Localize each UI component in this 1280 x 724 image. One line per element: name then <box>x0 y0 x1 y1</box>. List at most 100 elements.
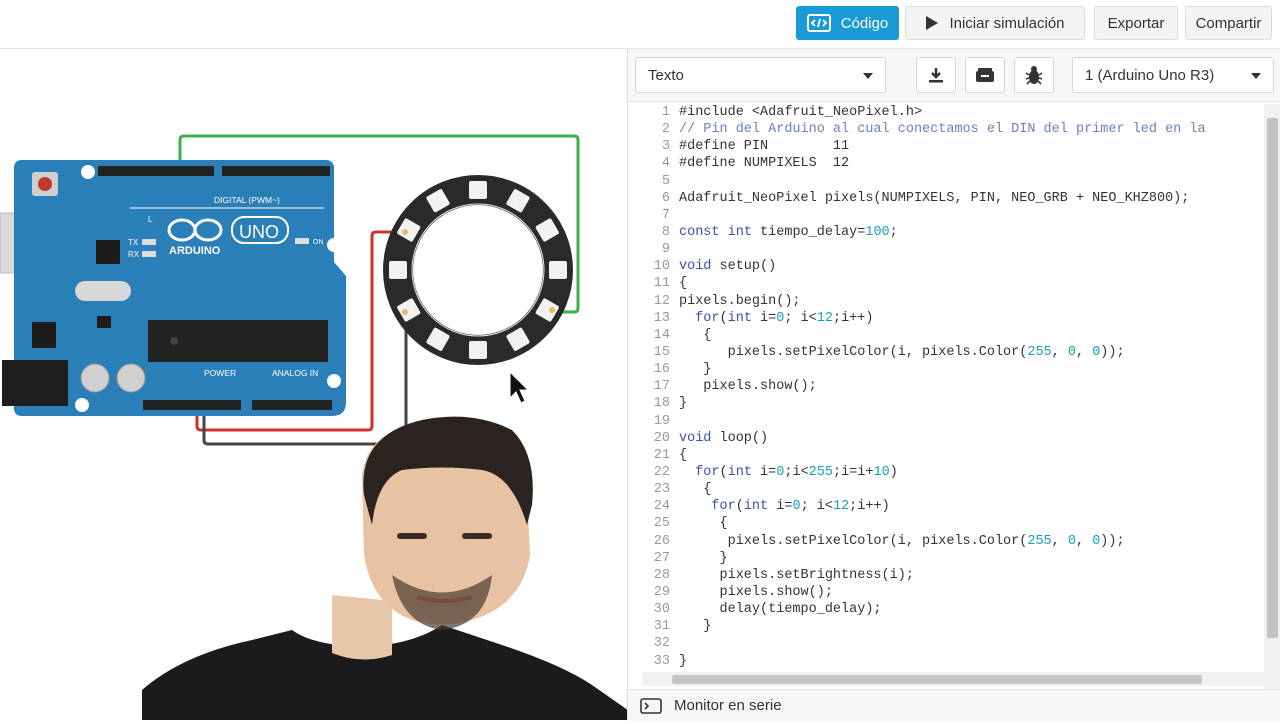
code-icon <box>806 13 831 33</box>
code-line[interactable]: } <box>679 653 1206 670</box>
code-editor[interactable]: 1 2 3 4 5 6 7 8 9 10 11 12 13 14 15 16 17 18 19 20 21 22 23 24 2… <box>628 104 1264 724</box>
neopixel-ring[interactable] <box>383 175 573 365</box>
line-number: 19 <box>653 413 670 429</box>
export-button[interactable]: Exportar <box>1094 6 1178 40</box>
line-number: 5 <box>661 173 670 189</box>
start-simulation-label: Iniciar simulación <box>949 14 1065 32</box>
code-line[interactable]: Adafruit_NeoPixel pixels(NUMPIXELS, PIN,… <box>679 190 1206 207</box>
ring-pin <box>402 229 408 235</box>
top-toolbar: Código Iniciar simulación Exportar Compa… <box>0 0 1280 49</box>
code-line[interactable]: } <box>679 550 1206 567</box>
webcam-overlay <box>142 416 642 720</box>
line-number: 32 <box>653 636 670 652</box>
terminal-icon <box>640 697 662 714</box>
code-line[interactable]: delay(tiempo_delay); <box>679 601 1206 618</box>
device-select[interactable]: 1 (Arduino Uno R3) <box>1072 57 1274 93</box>
power-header <box>143 400 241 410</box>
code-line[interactable] <box>679 241 1206 258</box>
code-line[interactable] <box>679 413 1206 430</box>
code-line[interactable]: pixels.setPixelColor(i, pixels.Color(255… <box>679 533 1206 550</box>
power-label: POWER <box>204 368 236 378</box>
library-button[interactable] <box>965 57 1005 93</box>
code-button-label: Código <box>840 14 889 32</box>
vertical-scrollbar[interactable] <box>1264 104 1280 715</box>
code-line[interactable]: { <box>679 327 1206 344</box>
neopixel-led <box>389 261 407 279</box>
mount-hole <box>81 165 95 179</box>
code-line[interactable]: for(int i=0; i<12;i++) <box>679 310 1206 327</box>
scrollbar-thumb[interactable] <box>1267 118 1278 638</box>
digital-header <box>222 166 330 176</box>
device-select-value: 1 (Arduino Uno R3) <box>1085 66 1215 84</box>
code-line[interactable]: pixels.setBrightness(i); <box>679 567 1206 584</box>
neopixel-led <box>469 341 487 359</box>
share-button[interactable]: Compartir <box>1185 6 1272 40</box>
code-line[interactable]: void setup() <box>679 258 1206 275</box>
line-number: 6 <box>661 190 670 206</box>
mount-hole <box>75 398 89 412</box>
mount-hole <box>327 238 341 252</box>
code-line[interactable]: { <box>679 275 1206 292</box>
start-simulation-button[interactable]: Iniciar simulación <box>905 6 1085 40</box>
line-number: 2 <box>661 122 670 138</box>
code-line[interactable] <box>679 207 1206 224</box>
line-number: 10 <box>653 259 670 275</box>
editor-mode-select[interactable]: Texto <box>635 57 886 93</box>
line-number: 16 <box>653 362 670 378</box>
line-number: 8 <box>661 224 670 240</box>
code-button[interactable]: Código <box>796 6 899 40</box>
code-line[interactable]: #include <Adafruit_NeoPixel.h> <box>679 104 1206 121</box>
line-number: 31 <box>653 619 670 635</box>
scrollbar-thumb[interactable] <box>672 675 1202 684</box>
horizontal-scrollbar[interactable] <box>642 672 1264 686</box>
code-line[interactable]: pixels.begin(); <box>679 293 1206 310</box>
editor-mode-value: Texto <box>648 66 684 84</box>
code-line[interactable]: const int tiempo_delay=100; <box>679 224 1206 241</box>
serial-monitor-bar[interactable]: Monitor en serie <box>628 689 1280 721</box>
code-line[interactable]: #define NUMPIXELS 12 <box>679 155 1206 172</box>
serial-monitor-label: Monitor en serie <box>674 697 782 714</box>
voltage-regulator <box>32 322 56 348</box>
line-number: 1 <box>661 105 670 120</box>
code-text[interactable]: #include <Adafruit_NeoPixel.h>// Pin del… <box>679 104 1206 670</box>
code-line[interactable]: } <box>679 618 1206 635</box>
line-number: 22 <box>653 464 670 480</box>
tx-led <box>142 239 156 245</box>
led-label-tx: TX <box>128 238 139 247</box>
download-button[interactable] <box>916 57 956 93</box>
code-line[interactable]: } <box>679 395 1206 412</box>
code-line[interactable]: for(int i=0;i<255;i=i+10) <box>679 464 1206 481</box>
reset-button-cap <box>38 177 52 191</box>
line-number: 20 <box>653 430 670 446</box>
digital-label: DIGITAL (PWM~) <box>214 195 280 205</box>
line-number: 25 <box>653 516 670 532</box>
code-line[interactable]: { <box>679 481 1206 498</box>
download-icon <box>929 68 943 83</box>
neopixel-led <box>469 181 487 199</box>
line-number: 18 <box>653 396 670 412</box>
code-line[interactable]: { <box>679 515 1206 532</box>
line-number: 17 <box>653 379 670 395</box>
code-line[interactable]: #define PIN 11 <box>679 138 1206 155</box>
code-line[interactable]: } <box>679 361 1206 378</box>
code-line[interactable] <box>679 173 1206 190</box>
line-number: 11 <box>653 276 670 292</box>
usb-chip <box>96 240 120 264</box>
analog-label: ANALOG IN <box>272 368 318 378</box>
play-icon <box>925 15 939 31</box>
code-line[interactable]: pixels.setPixelColor(i, pixels.Color(255… <box>679 344 1206 361</box>
analog-header <box>252 400 332 410</box>
code-line[interactable] <box>679 635 1206 652</box>
line-number: 28 <box>653 567 670 583</box>
chevron-down-icon <box>1251 73 1261 79</box>
line-number: 23 <box>653 482 670 498</box>
code-line[interactable]: void loop() <box>679 430 1206 447</box>
code-line[interactable]: pixels.show(); <box>679 584 1206 601</box>
neopixel-led <box>549 261 567 279</box>
code-line[interactable]: { <box>679 447 1206 464</box>
code-line[interactable]: for(int i=0; i<12;i++) <box>679 498 1206 515</box>
debugger-button[interactable] <box>1014 57 1054 93</box>
ring-pin <box>402 309 408 315</box>
code-line[interactable]: // Pin del Arduino al cual conectamos el… <box>679 121 1206 138</box>
code-line[interactable]: pixels.show(); <box>679 378 1206 395</box>
